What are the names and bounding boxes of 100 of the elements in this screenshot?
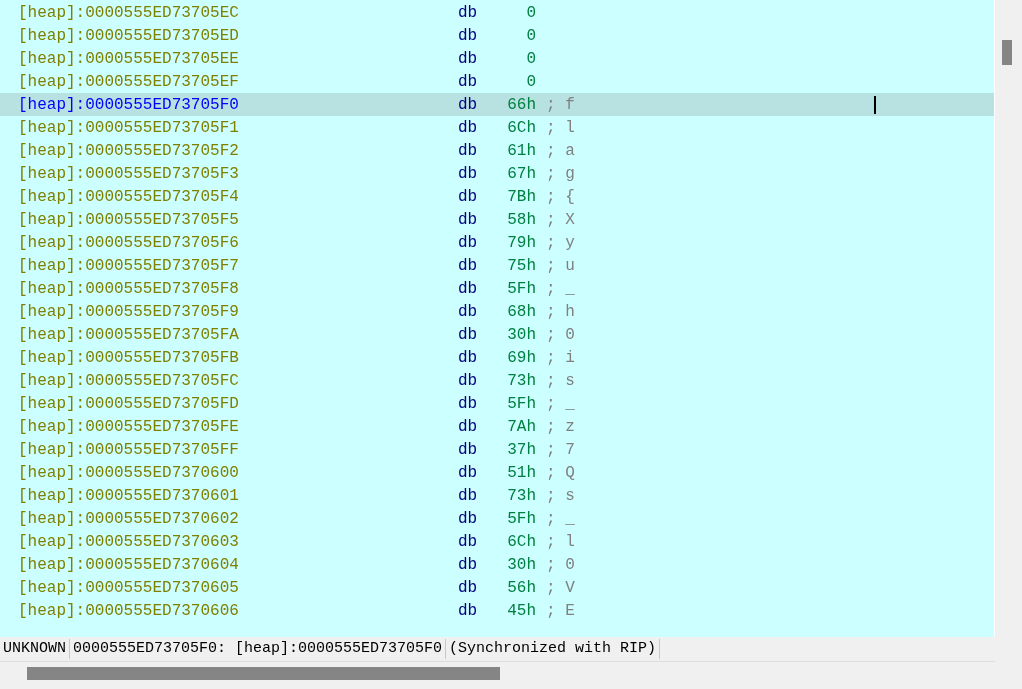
- address-text[interactable]: [heap]:0000555ED73705FB: [18, 348, 458, 367]
- comment-text: ; V: [546, 578, 575, 597]
- value-text: 58h: [506, 210, 536, 229]
- address-text[interactable]: [heap]:0000555ED7370606: [18, 601, 458, 620]
- address-text[interactable]: [heap]:0000555ED7370601: [18, 486, 458, 505]
- value-text: 0: [525, 49, 536, 68]
- value-text: 61h: [506, 141, 536, 160]
- value-text: 5Fh: [506, 509, 536, 528]
- value-text: 30h: [506, 325, 536, 344]
- address-text[interactable]: [heap]:0000555ED73705F2: [18, 141, 458, 160]
- value-text: 69h: [506, 348, 536, 367]
- value-text: 7Ah: [506, 417, 536, 436]
- comment-text: ; X: [546, 210, 575, 229]
- directive-text: db: [458, 164, 479, 183]
- text-cursor-icon: [874, 96, 876, 114]
- directive-text: db: [458, 95, 479, 114]
- status-text: UNKNOWN: [0, 639, 70, 659]
- comment-text: ; u: [546, 256, 575, 275]
- address-text[interactable]: [heap]:0000555ED73705F1: [18, 118, 458, 137]
- address-text[interactable]: [heap]:0000555ED73705FA: [18, 325, 458, 344]
- comment-text: ; 7: [546, 440, 575, 459]
- scrollbar-thumb[interactable]: [1002, 40, 1013, 65]
- comment-text: ; 0: [546, 555, 575, 574]
- address-text[interactable]: [heap]:0000555ED73705ED: [18, 26, 458, 45]
- value-text: 73h: [506, 371, 536, 390]
- comment-text: ; g: [546, 164, 575, 183]
- directive-text: db: [458, 187, 479, 206]
- directive-text: db: [458, 233, 479, 252]
- value-text: 79h: [506, 233, 536, 252]
- address-text[interactable]: [heap]:0000555ED7370600: [18, 463, 458, 482]
- value-text: 45h: [506, 601, 536, 620]
- comment-text: ; z: [546, 417, 575, 436]
- directive-text: db: [458, 256, 479, 275]
- value-text: 0: [525, 72, 536, 91]
- selected-line-highlight[interactable]: [heap]:0000555ED73705F0 db 66h ; f: [0, 93, 995, 116]
- directive-text: db: [458, 302, 479, 321]
- scrollbar-thumb[interactable]: [27, 667, 500, 680]
- directive-text: db: [458, 325, 479, 344]
- address-text[interactable]: [heap]:0000555ED7370602: [18, 509, 458, 528]
- directive-text: db: [458, 555, 479, 574]
- comment-text: ; i: [546, 348, 575, 367]
- address-text[interactable]: [heap]:0000555ED73705EE: [18, 49, 458, 68]
- directive-text: db: [458, 578, 479, 597]
- directive-text: db: [458, 417, 479, 436]
- value-text: 51h: [506, 463, 536, 482]
- directive-text: db: [458, 463, 479, 482]
- value-text: 5Fh: [506, 279, 536, 298]
- directive-text: db: [458, 440, 479, 459]
- status-text: 0000555ED73705F0: [heap]:0000555ED73705F0: [70, 639, 447, 659]
- directive-text: db: [458, 279, 479, 298]
- directive-text: db: [458, 3, 479, 22]
- address-text[interactable]: [heap]:0000555ED73705F7: [18, 256, 458, 275]
- comment-text: ; s: [546, 371, 575, 390]
- value-text: 5Fh: [506, 394, 536, 413]
- comment-text: ; _: [546, 509, 575, 528]
- value-text: 6Ch: [506, 532, 536, 551]
- comment-text: ; l: [546, 532, 575, 551]
- directive-text: db: [458, 49, 479, 68]
- address-text[interactable]: [heap]:0000555ED73705FD: [18, 394, 458, 413]
- value-text: 56h: [506, 578, 536, 597]
- address-text[interactable]: [heap]:0000555ED73705F3: [18, 164, 458, 183]
- address-text[interactable]: [heap]:0000555ED73705EC: [18, 3, 458, 22]
- value-text: 0: [525, 26, 536, 45]
- address-text[interactable]: [heap]:0000555ED73705FC: [18, 371, 458, 390]
- value-text: 66h: [506, 95, 536, 114]
- value-text: 73h: [506, 486, 536, 505]
- address-text[interactable]: [heap]:0000555ED73705FE: [18, 417, 458, 436]
- directive-text: db: [458, 371, 479, 390]
- status-text: (Synchronized with RIP): [446, 639, 661, 659]
- address-text[interactable]: [heap]:0000555ED7370603: [18, 532, 458, 551]
- value-text: 6Ch: [506, 118, 536, 137]
- value-text: 37h: [506, 440, 536, 459]
- value-text: 67h: [506, 164, 536, 183]
- address-text[interactable]: [heap]:0000555ED73705F8: [18, 279, 458, 298]
- comment-text: ; a: [546, 141, 575, 160]
- value-text: 68h: [506, 302, 536, 321]
- comment-text: ; _: [546, 279, 575, 298]
- comment-text: ; l: [546, 118, 575, 137]
- directive-text: db: [458, 532, 479, 551]
- directive-text: db: [458, 210, 479, 229]
- directive-text: db: [458, 26, 479, 45]
- address-text[interactable]: [heap]:0000555ED7370604: [18, 555, 458, 574]
- directive-text: db: [458, 348, 479, 367]
- directive-text: db: [458, 141, 479, 160]
- address-text[interactable]: [heap]:0000555ED7370605: [18, 578, 458, 597]
- comment-text: ; Q: [546, 463, 575, 482]
- address-text[interactable]: [heap]:0000555ED73705F6: [18, 233, 458, 252]
- comment-text: ; 0: [546, 325, 575, 344]
- comment-text: ; h: [546, 302, 575, 321]
- directive-text: db: [458, 394, 479, 413]
- address-text[interactable]: [heap]:0000555ED73705F4: [18, 187, 458, 206]
- address-text[interactable]: [heap]:0000555ED73705F5: [18, 210, 458, 229]
- address-text[interactable]: [heap]:0000555ED73705F9: [18, 302, 458, 321]
- address-text[interactable]: [heap]:0000555ED73705EF: [18, 72, 458, 91]
- address-text[interactable]: [heap]:0000555ED73705F0: [18, 95, 458, 114]
- value-text: 0: [525, 3, 536, 22]
- comment-text: ; y: [546, 233, 575, 252]
- directive-text: db: [458, 72, 479, 91]
- directive-text: db: [458, 601, 479, 620]
- address-text[interactable]: [heap]:0000555ED73705FF: [18, 440, 458, 459]
